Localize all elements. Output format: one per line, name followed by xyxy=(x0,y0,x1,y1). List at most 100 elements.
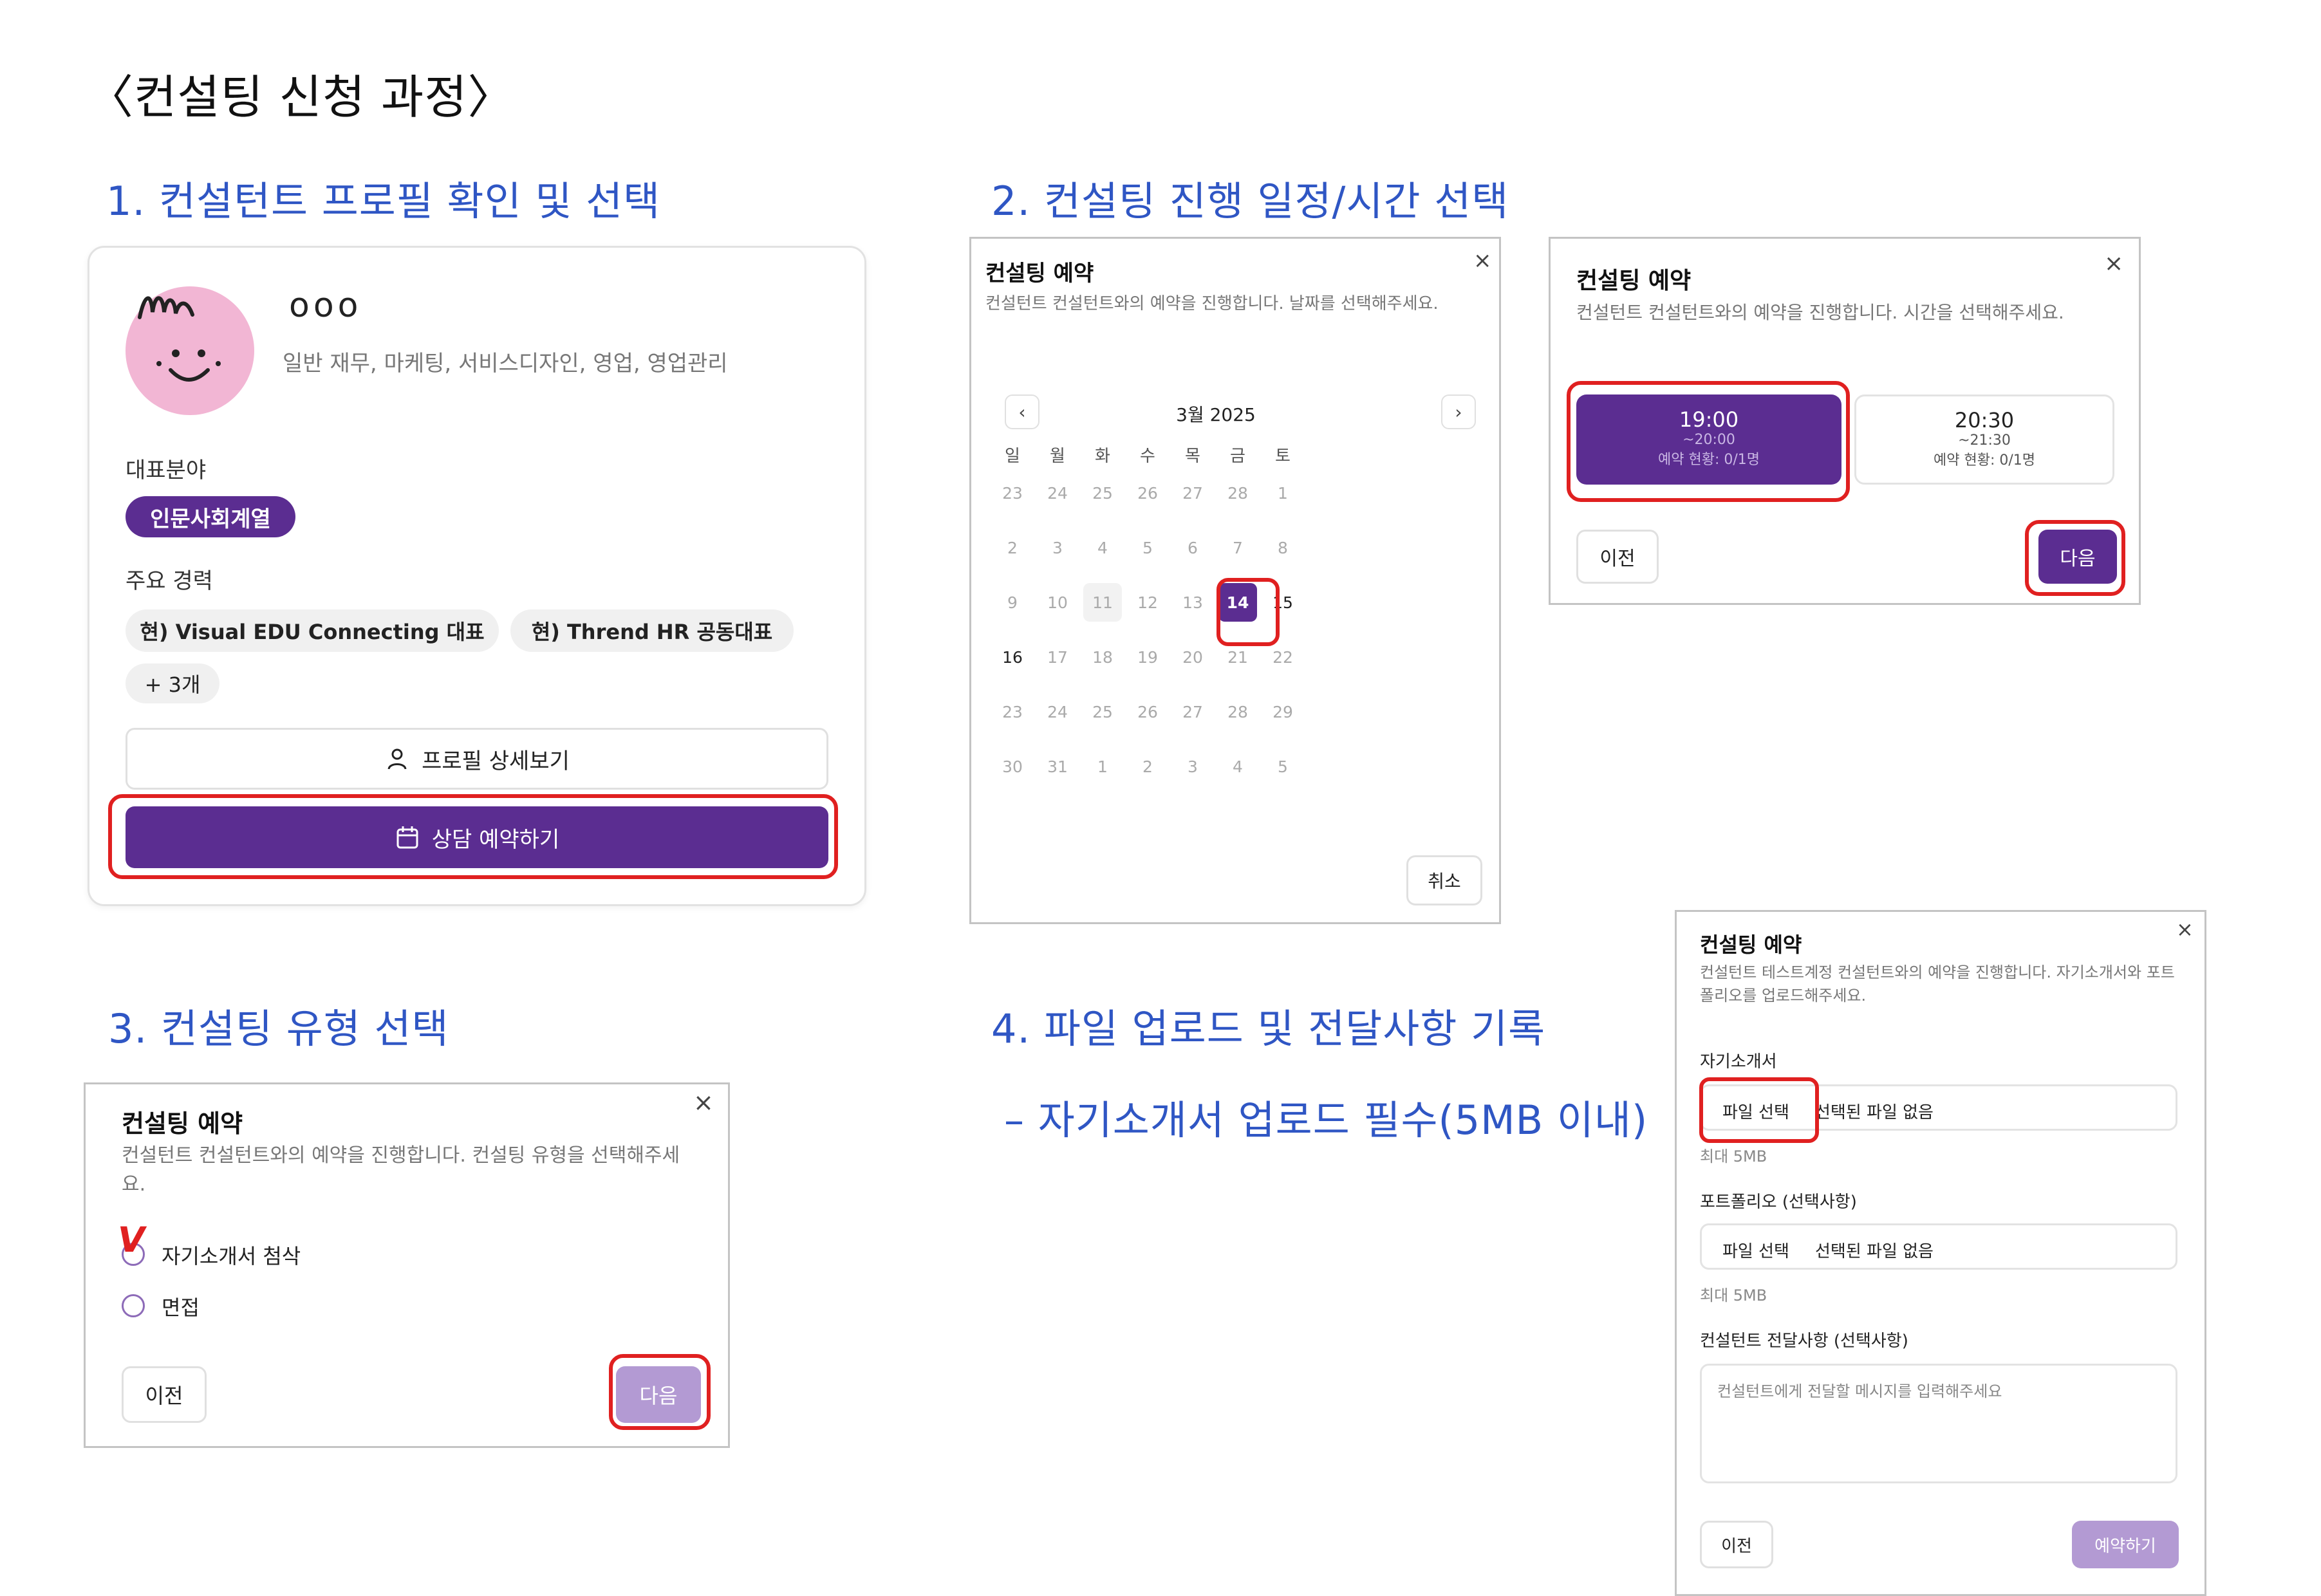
close-icon[interactable]: × xyxy=(2104,250,2123,277)
calendar-day[interactable]: 2 xyxy=(993,528,1032,567)
avatar xyxy=(126,286,254,415)
calendar-day[interactable]: 29 xyxy=(1263,692,1302,731)
max-size-hint: 최대 5MB xyxy=(1700,1286,1767,1304)
option-interview-label: 면접 xyxy=(162,1295,200,1320)
dialog-title: 컨설팅 예약 xyxy=(985,261,1094,286)
step4-note: – 자기소개서 업로드 필수(5MB 이내) xyxy=(1004,1097,1648,1144)
calendar-day[interactable]: 17 xyxy=(1038,638,1077,676)
calendar-day[interactable]: 27 xyxy=(1173,692,1212,731)
person-icon xyxy=(387,748,407,770)
calendar-day[interactable]: 1 xyxy=(1263,474,1302,512)
calendar-day[interactable]: 7 xyxy=(1218,528,1257,567)
consultant-fields: 일반 재무, 마케팅, 서비스디자인, 영업, 영업관리 xyxy=(283,351,728,376)
profile-detail-label: 프로필 상세보기 xyxy=(422,748,570,774)
radio-interview[interactable] xyxy=(122,1294,145,1317)
calendar-day[interactable]: 4 xyxy=(1083,528,1122,567)
highlight-file-select xyxy=(1699,1077,1819,1143)
portfolio-label: 포트폴리오 (선택사항) xyxy=(1700,1192,1857,1212)
calendar-day[interactable]: 3 xyxy=(1038,528,1077,567)
calendar-day[interactable]: 9 xyxy=(993,583,1032,622)
message-placeholder: 컨설턴트에게 전달할 메시지를 입력해주세요 xyxy=(1717,1382,2002,1400)
cancel-button[interactable]: 취소 xyxy=(1406,855,1482,905)
calendar-day[interactable]: 13 xyxy=(1173,583,1212,622)
page-title: 〈컨설팅 신청 과정〉 xyxy=(87,70,515,124)
calendar-day[interactable]: 23 xyxy=(993,474,1032,512)
calendar-day[interactable]: 5 xyxy=(1263,747,1302,786)
calendar-day[interactable]: 10 xyxy=(1038,583,1077,622)
calendar-day[interactable]: 25 xyxy=(1083,474,1122,512)
slot-status: 예약 현황: 0/1명 xyxy=(1933,452,2035,469)
calendar-day[interactable]: 26 xyxy=(1128,474,1167,512)
prev-button[interactable]: 이전 xyxy=(1700,1521,1773,1568)
profile-detail-button[interactable]: 프로필 상세보기 xyxy=(126,728,828,790)
calendar-day[interactable]: 18 xyxy=(1083,638,1122,676)
calendar-day[interactable]: 19 xyxy=(1128,638,1167,676)
chevron-right-icon: › xyxy=(1455,401,1462,423)
calendar-day[interactable]: 1 xyxy=(1083,747,1122,786)
calendar-day[interactable]: 25 xyxy=(1083,692,1122,731)
cancel-label: 취소 xyxy=(1428,871,1461,892)
highlight-reserve-button xyxy=(108,794,838,879)
prev-button[interactable]: 이전 xyxy=(122,1366,207,1423)
upload-dialog: 컨설팅 예약 × 컨설턴트 테스트계정 컨설턴트와의 예약을 진행합니다. 자기… xyxy=(1675,910,2206,1596)
time-slot-2030[interactable]: 20:30 ~21:30 예약 현황: 0/1명 xyxy=(1854,394,2114,485)
calendar-day[interactable]: 8 xyxy=(1263,528,1302,567)
calendar-day[interactable]: 6 xyxy=(1173,528,1212,567)
step4-heading: 4. 파일 업로드 및 전달사항 기록 xyxy=(991,1005,1546,1052)
step2-heading: 2. 컨설팅 진행 일정/시간 선택 xyxy=(991,178,1509,225)
close-icon[interactable]: × xyxy=(1473,248,1492,274)
submit-reservation-button[interactable]: 예약하기 xyxy=(2072,1521,2179,1568)
highlight-time-slot xyxy=(1567,381,1850,502)
calendar-day[interactable]: 24 xyxy=(1038,474,1077,512)
weekday-header: 화 xyxy=(1095,446,1110,466)
weekday-header: 금 xyxy=(1230,446,1245,466)
slot-end: ~21:30 xyxy=(1958,432,2011,449)
calendar-day[interactable]: 27 xyxy=(1173,474,1212,512)
dialog-title: 컨설팅 예약 xyxy=(122,1109,243,1138)
calendar-day[interactable]: 16 xyxy=(993,638,1032,676)
next-month-button[interactable]: › xyxy=(1441,394,1476,429)
dialog-description: 컨설턴트 테스트계정 컨설턴트와의 예약을 진행합니다. 자기소개서와 포트폴리… xyxy=(1700,963,2175,1005)
calendar-day[interactable]: 5 xyxy=(1128,528,1167,567)
portfolio-file-input[interactable]: 파일 선택 선택된 파일 없음 xyxy=(1700,1223,2177,1270)
file-select-button[interactable]: 파일 선택 xyxy=(1722,1238,1789,1262)
calendar-day[interactable]: 4 xyxy=(1218,747,1257,786)
chevron-left-icon: ‹ xyxy=(1018,401,1026,423)
calendar-day[interactable]: 28 xyxy=(1218,474,1257,512)
calendar-day[interactable]: 11 xyxy=(1083,583,1122,622)
highlight-selected-date xyxy=(1216,578,1280,646)
prev-label: 이전 xyxy=(1721,1536,1752,1556)
calendar-day[interactable]: 20 xyxy=(1173,638,1212,676)
dialog-description: 컨설턴트 컨설턴트와의 예약을 진행합니다. 컨설팅 유형을 선택해주세요. xyxy=(122,1144,680,1196)
calendar-day[interactable]: 26 xyxy=(1128,692,1167,731)
message-textarea[interactable]: 컨설턴트에게 전달할 메시지를 입력해주세요 xyxy=(1700,1364,2177,1483)
career-more-chip: + 3개 xyxy=(126,663,219,703)
calendar-day[interactable]: 12 xyxy=(1128,583,1167,622)
weekday-header: 월 xyxy=(1050,446,1065,466)
cover-letter-label: 자기소개서 xyxy=(1700,1052,1777,1072)
weekday-header: 일 xyxy=(1005,446,1020,466)
dialog-description: 컨설턴트 컨설턴트와의 예약을 진행합니다. 날짜를 선택해주세요. xyxy=(985,294,1439,313)
calendar-day[interactable]: 23 xyxy=(993,692,1032,731)
calendar-day[interactable]: 31 xyxy=(1038,747,1077,786)
calendar-day[interactable]: 30 xyxy=(993,747,1032,786)
message-label: 컨설턴트 전달사항 (선택사항) xyxy=(1700,1332,1908,1351)
calendar-day[interactable]: 24 xyxy=(1038,692,1077,731)
option-cover-letter-label: 자기소개서 첨삭 xyxy=(162,1244,301,1268)
weekday-header: 수 xyxy=(1140,446,1155,466)
month-label: 3월 2025 xyxy=(1176,404,1256,425)
no-file-text: 선택된 파일 없음 xyxy=(1815,1103,1934,1122)
highlight-next-button xyxy=(609,1354,711,1430)
close-icon[interactable]: × xyxy=(693,1088,714,1117)
highlight-next-button xyxy=(2025,520,2125,596)
calendar-day[interactable]: 3 xyxy=(1173,747,1212,786)
close-icon[interactable]: × xyxy=(2176,917,2194,942)
max-size-hint: 최대 5MB xyxy=(1700,1147,1767,1165)
career-label: 주요 경력 xyxy=(126,568,213,594)
calendar-day[interactable]: 2 xyxy=(1128,747,1167,786)
prev-label: 이전 xyxy=(1599,548,1636,570)
prev-button[interactable]: 이전 xyxy=(1576,530,1659,584)
dialog-description: 컨설턴트 컨설턴트와의 예약을 진행합니다. 시간을 선택해주세요. xyxy=(1576,302,2064,323)
calendar-day[interactable]: 28 xyxy=(1218,692,1257,731)
prev-month-button[interactable]: ‹ xyxy=(1005,394,1039,429)
